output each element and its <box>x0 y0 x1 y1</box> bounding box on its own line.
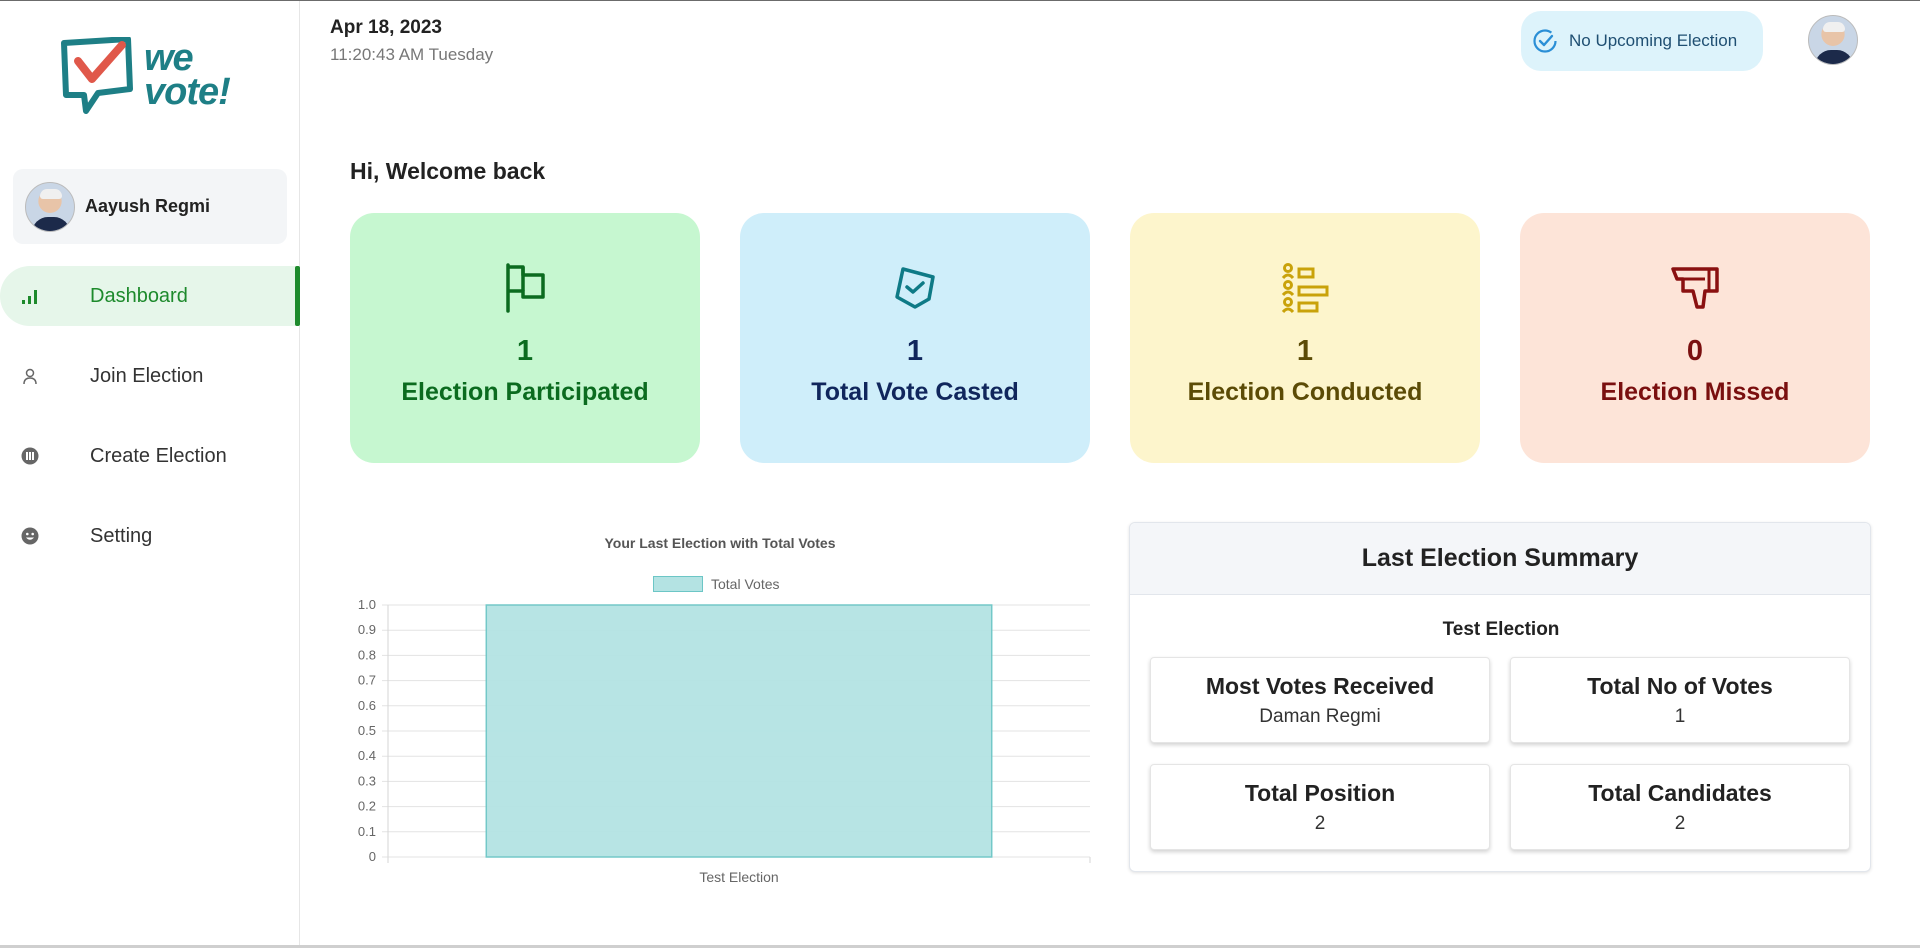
candidates-list-icon <box>1281 263 1329 313</box>
chart-plot: 1.0 0.9 0.8 0.7 0.6 0.5 0.4 0.3 0.2 0.1 0 Test Elec… <box>358 597 1091 885</box>
y-tick-label: 0.6 <box>358 698 376 713</box>
summary-title: Last Election Summary <box>1361 544 1639 572</box>
y-tick-label: 0.8 <box>358 647 376 662</box>
summary-card-total-votes: Total No of Votes 1 <box>1510 657 1850 743</box>
y-tick-label: 0.9 <box>358 622 376 637</box>
header-date: Apr 18, 2023 <box>330 17 442 38</box>
y-tick-label: 0.1 <box>358 824 376 839</box>
summary-election-name: Test Election <box>1442 619 1560 640</box>
logo-text: we vote! <box>144 37 231 113</box>
sidebar: we vote! Aayush Regmi Dashboard Join Ele… <box>0 1 300 948</box>
ballot-icon <box>20 446 40 466</box>
stat-label: Election Conducted <box>1187 378 1423 406</box>
summary-card-value: 2 <box>1674 812 1686 834</box>
y-tick-label: 0.5 <box>358 723 376 738</box>
y-tick-label: 0 <box>369 849 376 864</box>
bar-chart-icon <box>20 286 40 306</box>
user-icon <box>20 366 40 386</box>
stat-value: 1 <box>906 335 924 367</box>
stat-label: Election Participated <box>401 378 649 406</box>
stat-label: Total Vote Casted <box>811 378 1019 406</box>
speech-bubble-check-icon <box>61 36 133 114</box>
y-tick-label: 0.3 <box>358 773 376 788</box>
profile-name: Aayush Regmi <box>85 196 211 216</box>
welcome-heading: Hi, Welcome back <box>350 158 546 184</box>
sidebar-item-label: Dashboard <box>90 284 188 307</box>
stat-value: 1 <box>1296 335 1314 367</box>
header-avatar[interactable] <box>1808 15 1858 65</box>
vote-icon <box>895 267 935 309</box>
avatar <box>25 181 75 232</box>
sidebar-item-create-election[interactable]: Create Election <box>0 426 300 486</box>
sidebar-item-label: Create Election <box>90 444 227 467</box>
check-circle-icon <box>1529 25 1561 57</box>
summary-header: Last Election Summary <box>1130 523 1870 595</box>
stat-card-election-participated: 1 Election Participated <box>350 213 700 463</box>
summary-card-value: 1 <box>1674 705 1686 727</box>
face-icon <box>20 526 40 546</box>
summary-card-most-votes: Most Votes Received Daman Regmi <box>1150 657 1490 743</box>
y-tick-label: 0.4 <box>358 748 376 763</box>
wevote-logo[interactable]: we vote! <box>58 36 248 117</box>
sidebar-item-label: Setting <box>90 524 153 547</box>
votes-chart: Your Last Election with Total Votes Tota… <box>340 520 1100 900</box>
stat-card-total-vote-casted: 1 Total Vote Casted <box>740 213 1090 463</box>
sidebar-item-dashboard[interactable]: Dashboard <box>0 266 300 326</box>
summary-card-total-candidates: Total Candidates 2 <box>1510 764 1850 850</box>
stat-label: Election Missed <box>1600 378 1790 406</box>
stat-value: 0 <box>1686 335 1704 367</box>
stat-card-election-missed: 0 Election Missed <box>1520 213 1870 463</box>
upcoming-election-badge[interactable]: No Upcoming Election <box>1521 11 1763 71</box>
summary-card-value: 2 <box>1314 812 1326 834</box>
stat-card-election-conducted: 1 Election Conducted <box>1130 213 1480 463</box>
stat-value: 1 <box>516 335 534 367</box>
summary-card-label: Total Candidates <box>1588 779 1772 806</box>
sidebar-item-label: Join Election <box>90 364 204 387</box>
y-tick-label: 0.2 <box>358 799 376 814</box>
y-tick-label: 0.7 <box>358 673 376 688</box>
summary-card-total-position: Total Position 2 <box>1150 764 1490 850</box>
x-tick-label: Test Election <box>699 869 778 885</box>
upcoming-election-label: No Upcoming Election <box>1569 31 1738 50</box>
summary-card-label: Most Votes Received <box>1205 672 1435 699</box>
profile-card[interactable]: Aayush Regmi <box>13 169 287 244</box>
bar <box>485 604 993 858</box>
thumbs-down-icon <box>1671 267 1719 309</box>
sidebar-item-join-election[interactable]: Join Election <box>0 346 300 406</box>
flag-icon <box>506 263 545 313</box>
summary-card-label: Total No of Votes <box>1587 672 1773 699</box>
header-time: 11:20:43 AM Tuesday <box>330 45 494 64</box>
last-election-summary: Last Election Summary Test Election Most… <box>1129 522 1871 872</box>
sidebar-item-setting[interactable]: Setting <box>0 506 300 566</box>
summary-card-value: Daman Regmi <box>1259 705 1381 727</box>
summary-card-label: Total Position <box>1244 779 1396 806</box>
y-tick-label: 1.0 <box>358 597 376 612</box>
